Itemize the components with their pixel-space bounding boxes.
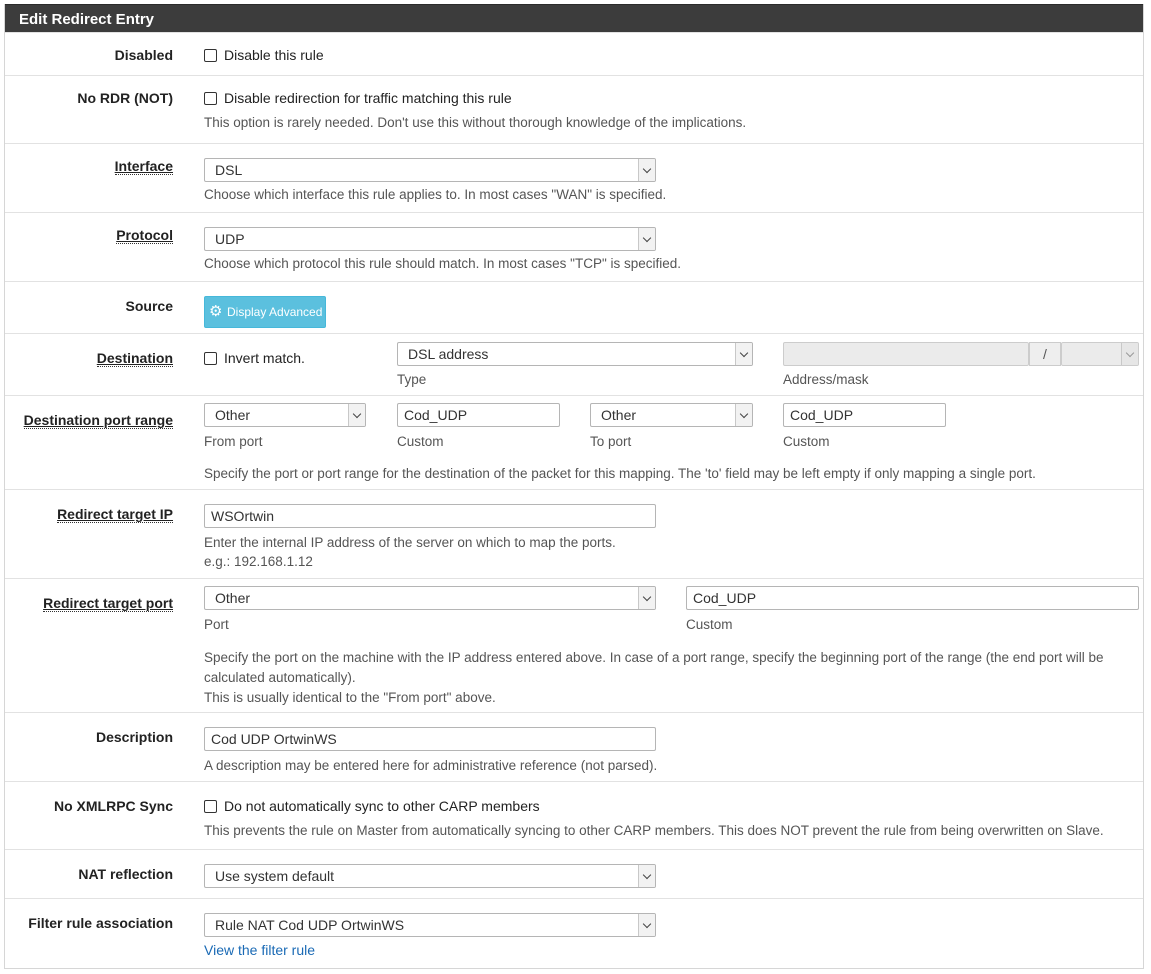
address-mask-sublabel: Address/mask bbox=[783, 372, 869, 387]
row-destination: Destination Invert match. DSL address Ty… bbox=[5, 333, 1143, 395]
destination-type-select[interactable]: DSL address bbox=[397, 342, 753, 366]
dest-port-range-label: Destination port range bbox=[23, 412, 173, 429]
nat-reflection-select[interactable]: Use system default bbox=[204, 864, 656, 888]
from-port-custom-input[interactable]: Cod_UDP bbox=[397, 403, 560, 427]
chevron-down-icon bbox=[638, 865, 655, 887]
row-filter-rule: Filter rule association Rule NAT Cod UDP… bbox=[5, 898, 1143, 968]
protocol-select-value: UDP bbox=[215, 231, 245, 247]
nat-reflection-label: NAT reflection bbox=[78, 866, 173, 882]
from-custom-sublabel: Custom bbox=[397, 434, 444, 449]
from-port-value: Other bbox=[215, 407, 251, 423]
disabled-label: Disabled bbox=[114, 47, 173, 63]
row-xmlrpc: No XMLRPC Sync Do not automatically sync… bbox=[5, 781, 1143, 849]
chevron-down-icon bbox=[638, 587, 655, 609]
chevron-down-icon bbox=[638, 914, 655, 936]
disable-rule-checkbox-label: Disable this rule bbox=[224, 47, 324, 63]
destination-mask-select[interactable] bbox=[1061, 342, 1139, 366]
redirect-ip-help: Enter the internal IP address of the ser… bbox=[204, 535, 616, 550]
disable-rule-checkbox[interactable]: Disable this rule bbox=[204, 47, 324, 63]
destination-type-sublabel: Type bbox=[397, 372, 427, 387]
invert-match-label: Invert match. bbox=[224, 350, 305, 366]
description-input[interactable]: Cod UDP OrtwinWS bbox=[204, 727, 656, 751]
chevron-down-icon bbox=[348, 404, 365, 426]
chevron-down-icon bbox=[735, 343, 752, 365]
display-advanced-button[interactable]: ⚙ Display Advanced bbox=[204, 296, 326, 328]
no-rdr-checkbox[interactable]: Disable redirection for traffic matching… bbox=[204, 90, 512, 106]
xmlrpc-help: This prevents the rule on Master from au… bbox=[204, 823, 1104, 838]
xmlrpc-checkbox[interactable]: Do not automatically sync to other CARP … bbox=[204, 798, 540, 814]
checkbox-box[interactable] bbox=[204, 351, 217, 365]
chevron-down-icon bbox=[1121, 343, 1138, 365]
panel-title: Edit Redirect Entry bbox=[5, 4, 1143, 32]
view-filter-rule-link-wrap: View the filter rule bbox=[204, 942, 315, 958]
protocol-select[interactable]: UDP bbox=[204, 227, 656, 251]
redirect-port-label: Redirect target port bbox=[43, 595, 173, 612]
redirect-port-help-2: This is usually identical to the "From p… bbox=[204, 690, 496, 705]
redirect-port-sublabel: Port bbox=[204, 617, 229, 632]
invert-match-checkbox[interactable]: Invert match. bbox=[204, 350, 305, 366]
row-nat-reflection: NAT reflection Use system default bbox=[5, 849, 1143, 898]
chevron-down-icon bbox=[638, 159, 655, 181]
interface-label: Interface bbox=[114, 158, 173, 175]
xmlrpc-checkbox-label: Do not automatically sync to other CARP … bbox=[224, 798, 540, 814]
row-source: Source ⚙ Display Advanced bbox=[5, 281, 1143, 333]
chevron-down-icon bbox=[735, 404, 752, 426]
to-port-value: Other bbox=[601, 407, 637, 423]
protocol-label: Protocol bbox=[116, 227, 173, 244]
redirect-custom-sublabel: Custom bbox=[686, 617, 733, 632]
edit-redirect-panel: Edit Redirect Entry Disabled Disable thi… bbox=[4, 4, 1144, 969]
no-rdr-help: This option is rarely needed. Don't use … bbox=[204, 115, 747, 130]
destination-type-value: DSL address bbox=[408, 346, 489, 362]
redirect-port-value: Other bbox=[215, 590, 251, 606]
display-advanced-label: Display Advanced bbox=[227, 305, 323, 319]
row-dest-port-range: Destination port range Other From port C… bbox=[5, 395, 1143, 489]
protocol-help: Choose which protocol this rule should m… bbox=[204, 256, 682, 271]
row-no-rdr: No RDR (NOT) Disable redirection for tra… bbox=[5, 75, 1143, 143]
to-port-custom-input[interactable]: Cod_UDP bbox=[783, 403, 946, 427]
redirect-ip-example: e.g.: 192.168.1.12 bbox=[204, 554, 313, 569]
xmlrpc-label: No XMLRPC Sync bbox=[53, 798, 173, 814]
gear-icon: ⚙ bbox=[209, 303, 223, 320]
no-rdr-checkbox-label: Disable redirection for traffic matching… bbox=[224, 90, 512, 106]
to-custom-sublabel: Custom bbox=[783, 434, 830, 449]
row-interface: Interface DSL Choose which interface thi… bbox=[5, 143, 1143, 212]
from-port-sublabel: From port bbox=[204, 434, 263, 449]
nat-reflection-value: Use system default bbox=[215, 868, 335, 884]
to-port-select[interactable]: Other bbox=[590, 403, 753, 427]
checkbox-box[interactable] bbox=[204, 48, 217, 62]
no-rdr-label: No RDR (NOT) bbox=[77, 90, 173, 106]
row-disabled: Disabled Disable this rule bbox=[5, 32, 1143, 75]
description-label: Description bbox=[95, 729, 173, 745]
checkbox-box[interactable] bbox=[204, 799, 217, 813]
redirect-port-help: Specify the port on the machine with the… bbox=[204, 650, 1104, 685]
view-filter-rule-link[interactable]: View the filter rule bbox=[204, 942, 315, 958]
redirect-ip-label: Redirect target IP bbox=[57, 506, 173, 523]
destination-address-input[interactable] bbox=[783, 342, 1029, 366]
filter-rule-label: Filter rule association bbox=[28, 915, 173, 931]
redirect-port-custom-input[interactable]: Cod_UDP bbox=[686, 586, 1139, 610]
to-port-sublabel: To port bbox=[590, 434, 632, 449]
filter-rule-select[interactable]: Rule NAT Cod UDP OrtwinWS bbox=[204, 913, 656, 937]
row-protocol: Protocol UDP Choose which protocol this … bbox=[5, 212, 1143, 281]
redirect-port-select[interactable]: Other bbox=[204, 586, 656, 610]
redirect-ip-input[interactable]: WSOrtwin bbox=[204, 504, 656, 528]
source-label: Source bbox=[125, 298, 173, 314]
chevron-down-icon bbox=[638, 228, 655, 250]
interface-help: Choose which interface this rule applies… bbox=[204, 187, 667, 202]
mask-separator: / bbox=[1029, 342, 1061, 366]
filter-rule-value: Rule NAT Cod UDP OrtwinWS bbox=[215, 917, 405, 933]
interface-select[interactable]: DSL bbox=[204, 158, 656, 182]
row-description: Description Cod UDP OrtwinWS A descripti… bbox=[5, 712, 1143, 781]
interface-select-value: DSL bbox=[215, 162, 243, 178]
checkbox-box[interactable] bbox=[204, 91, 217, 105]
row-redirect-ip: Redirect target IP WSOrtwin Enter the in… bbox=[5, 489, 1143, 578]
from-port-select[interactable]: Other bbox=[204, 403, 366, 427]
destination-label: Destination bbox=[96, 350, 173, 367]
description-help: A description may be entered here for ad… bbox=[204, 758, 658, 773]
dest-port-range-help: Specify the port or port range for the d… bbox=[204, 466, 1036, 481]
row-redirect-port: Redirect target port Other Port Cod_UDP … bbox=[5, 578, 1143, 712]
